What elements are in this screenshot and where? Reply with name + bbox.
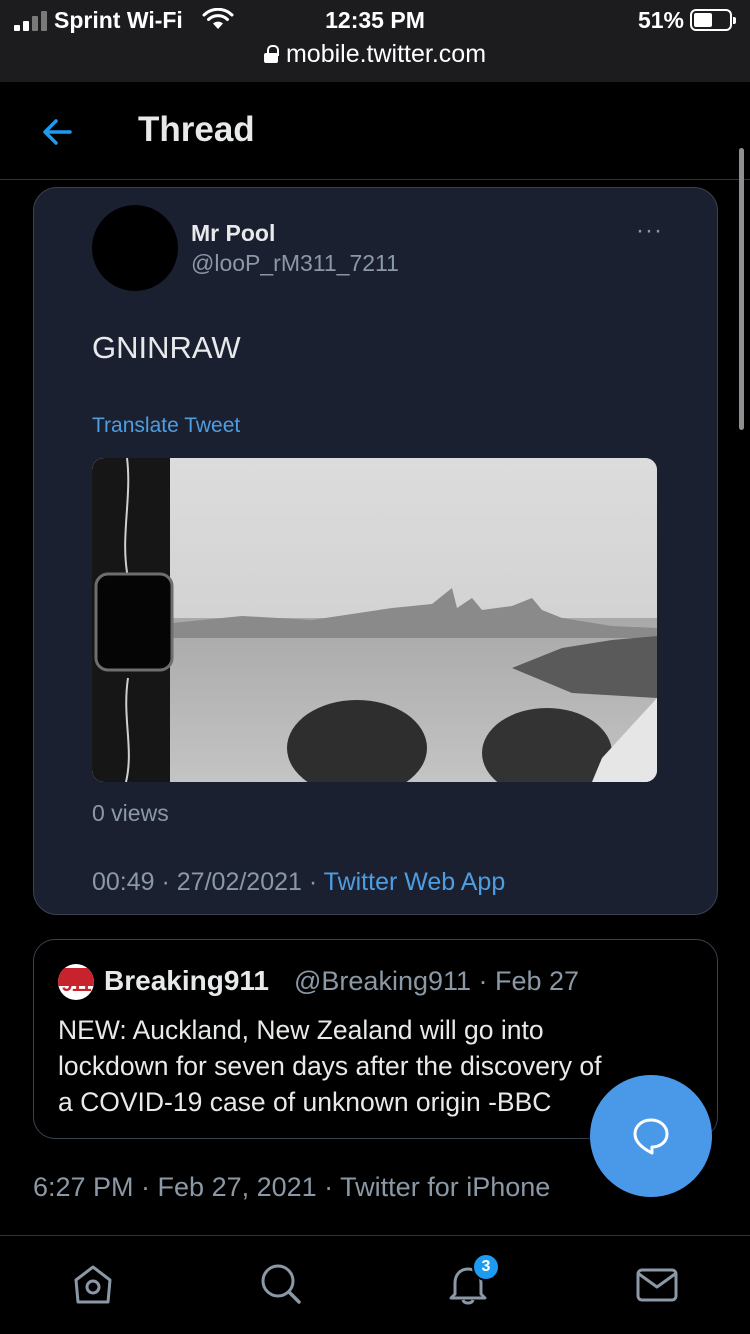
back-arrow-icon[interactable]	[36, 110, 80, 154]
search-icon[interactable]	[258, 1262, 302, 1306]
avatar[interactable]	[92, 205, 178, 291]
url-text: mobile.twitter.com	[285, 40, 487, 68]
tweet-meta: 00:49 · 27/02/2021 · Twitter Web App	[92, 868, 506, 896]
battery-icon	[690, 9, 736, 31]
notification-badge: 3	[472, 1253, 500, 1281]
address-bar[interactable]: mobile.twitter.com	[0, 40, 750, 69]
author-name[interactable]: Mr Pool	[191, 220, 275, 247]
breaking911-avatar: 911	[58, 964, 94, 1000]
page-title: Thread	[138, 110, 255, 149]
bottom-navigation: 3	[0, 1235, 750, 1334]
battery-percent: 51%	[637, 7, 684, 33]
tweet-source-link[interactable]: Twitter Web App	[324, 868, 506, 896]
translate-tweet-link[interactable]: Translate Tweet	[92, 414, 240, 438]
tweet-date: 27/02/2021	[176, 868, 302, 896]
scrollbar[interactable]	[739, 148, 744, 430]
tweet-video[interactable]	[92, 458, 657, 782]
home-icon[interactable]	[71, 1262, 115, 1306]
tweet-card[interactable]: Mr Pool @looP_rM311_7211 ··· GNINRAW Tra…	[33, 187, 718, 915]
lock-icon	[263, 45, 279, 63]
video-thumbnail	[92, 458, 657, 782]
tweet-text: GNINRAW	[92, 330, 241, 365]
tweet-time: 00:49	[92, 868, 155, 896]
quoted-author-handle: @Breaking911 · Feb 27	[294, 966, 580, 996]
status-bar: Sprint Wi-Fi 12:35 PM 51% mobile.twitter…	[0, 0, 750, 82]
more-options-icon[interactable]: ···	[636, 219, 663, 243]
thread-header: Thread	[0, 82, 750, 180]
reply-button[interactable]	[590, 1075, 712, 1197]
reply-bubble-icon	[633, 1118, 669, 1155]
post-meta: 6:27 PM · Feb 27, 2021 · Twitter for iPh…	[33, 1172, 551, 1202]
author-handle[interactable]: @looP_rM311_7211	[191, 250, 399, 277]
view-count: 0 views	[92, 800, 169, 826]
mail-icon[interactable]	[635, 1262, 679, 1306]
quoted-author-name: Breaking911	[104, 965, 269, 996]
